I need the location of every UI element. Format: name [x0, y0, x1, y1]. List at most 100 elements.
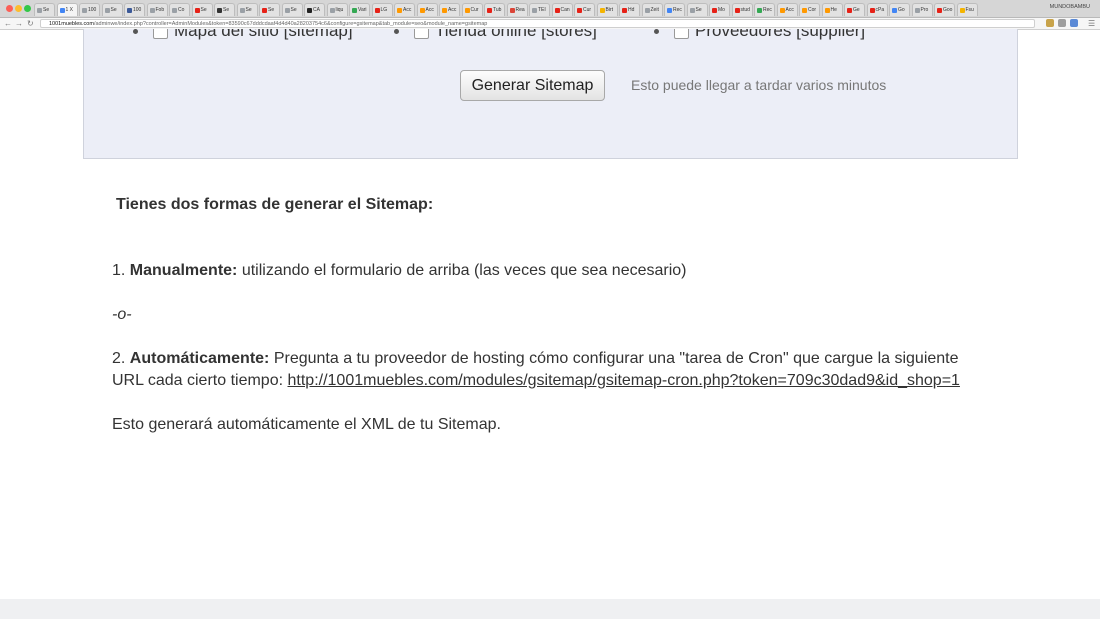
favicon-icon [892, 7, 897, 13]
checkbox-item-sitemap[interactable]: Mapa del sitio [sitemap] [133, 29, 353, 41]
favicon-icon [667, 7, 672, 13]
browser-tab[interactable]: Se [686, 3, 708, 16]
reload-icon[interactable]: ↻ [27, 18, 34, 29]
checkbox-supplier[interactable] [674, 29, 689, 39]
browser-tab[interactable]: Se [34, 3, 55, 16]
extension-icon[interactable] [1070, 19, 1078, 27]
browser-tab[interactable]: Go [889, 3, 910, 16]
favicon-icon [689, 7, 695, 13]
tab-label: Rea [515, 6, 525, 13]
extension-icon[interactable] [1058, 19, 1066, 27]
tab-label: Mo [718, 6, 725, 13]
browser-tab[interactable]: Fsu [956, 3, 978, 16]
browser-tab[interactable]: Acc [416, 3, 438, 16]
tab-label: Se [268, 6, 275, 13]
option-description: utilizando el formulario de arriba (las … [241, 262, 687, 279]
bullet-icon [394, 29, 399, 34]
browser-tab[interactable]: Vari [349, 3, 370, 16]
browser-tab[interactable]: Pro [911, 3, 933, 16]
browser-tab[interactable]: Se [191, 3, 213, 16]
browser-tab[interactable]: cPa [866, 3, 888, 16]
generate-sitemap-button[interactable]: Generar Sitemap [460, 70, 605, 101]
profile-name[interactable]: MUNDOBAMBU [1050, 4, 1090, 10]
checkbox-stores[interactable] [414, 29, 429, 39]
favicon-icon [37, 7, 42, 13]
browser-tab[interactable]: CA [304, 3, 325, 16]
browser-tab[interactable]: Rec [754, 3, 775, 16]
browser-tab[interactable]: Fob [146, 3, 168, 16]
favicon-icon [599, 7, 605, 13]
tab-label: Se [43, 6, 50, 13]
browser-tab[interactable]: Hd [619, 3, 640, 16]
browser-tab[interactable]: Tub [484, 3, 505, 16]
browser-tab[interactable]: 1 X [56, 3, 78, 16]
favicon-icon [284, 7, 290, 13]
tab-label: Cur [470, 6, 479, 13]
browser-tab[interactable]: LG [371, 3, 393, 16]
browser-tab[interactable]: Se [259, 3, 280, 16]
favicon-icon [172, 7, 177, 13]
browser-tab[interactable]: Co [169, 3, 190, 16]
tab-label: Acc [448, 6, 457, 13]
favicon-icon [217, 7, 222, 13]
forward-arrow-icon[interactable]: → [15, 18, 23, 29]
back-arrow-icon[interactable]: ← [4, 18, 12, 29]
favicon-icon [644, 7, 650, 13]
extension-icon[interactable] [1046, 19, 1054, 27]
checkbox-item-supplier[interactable]: Proveedores [supplier] [654, 29, 865, 41]
option-manual: 1. Manualmente: utilizando el formulario… [112, 260, 687, 282]
browser-tab[interactable]: Goo [934, 3, 955, 16]
browser-tab[interactable]: 100 [79, 3, 100, 16]
browser-tab[interactable]: Se [101, 3, 123, 16]
tab-label: Se [110, 6, 117, 13]
favicon-icon [959, 7, 965, 13]
browser-tab[interactable]: liqu [326, 3, 348, 16]
browser-tab[interactable]: Cur [574, 3, 595, 16]
favicon-icon [149, 7, 155, 13]
tab-label: Ge [853, 6, 860, 13]
browser-tab[interactable]: Zeit [641, 3, 663, 16]
window-close-button[interactable] [6, 5, 13, 12]
browser-tab[interactable]: Rec [664, 3, 685, 16]
browser-tab[interactable]: Acc [776, 3, 798, 16]
favicon-icon [847, 7, 852, 13]
tab-label: liqu [335, 6, 344, 13]
browser-tab[interactable]: Acc [439, 3, 460, 16]
favicon-icon [194, 7, 200, 13]
browser-tab[interactable]: Se [214, 3, 235, 16]
browser-tab[interactable]: Acc [394, 3, 415, 16]
checkbox-item-stores[interactable]: Tienda online [stores] [394, 29, 597, 41]
tab-label: Fob [155, 6, 165, 13]
browser-tab[interactable]: Mo [709, 3, 730, 16]
option-title: Automáticamente: [129, 350, 270, 367]
favicon-icon [464, 7, 470, 13]
browser-tab[interactable]: Cur [461, 3, 483, 16]
browser-tab[interactable]: Rea [506, 3, 528, 16]
browser-tab[interactable]: stud [731, 3, 753, 16]
window-minimize-button[interactable] [15, 5, 22, 12]
chrome-menu-icon[interactable]: ☰ [1088, 18, 1095, 29]
browser-tab[interactable]: 100 [124, 3, 145, 16]
browser-tab[interactable]: Se [236, 3, 258, 16]
favicon-icon [419, 7, 425, 13]
browser-tab[interactable]: Can [551, 3, 573, 16]
browser-tab[interactable]: Se [281, 3, 303, 16]
cron-url-link[interactable]: http://1001muebles.com/modules/gsitemap/… [288, 372, 960, 389]
browser-tab[interactable]: He [821, 3, 843, 16]
favicon-icon [487, 7, 492, 13]
browser-tab[interactable]: Cor [799, 3, 820, 16]
browser-tab[interactable]: TEI [529, 3, 550, 16]
tab-label: Goo [943, 6, 953, 13]
browser-tab[interactable]: Ge [844, 3, 865, 16]
favicon-icon [802, 7, 807, 13]
url-bar[interactable]: 1001muebles.com/adminwe/index.php?contro… [40, 19, 1035, 28]
favicon-icon [329, 7, 335, 13]
browser-tab[interactable]: Birt [596, 3, 618, 16]
favicon-icon [937, 7, 942, 13]
tab-label: Fsu [965, 6, 974, 13]
tab-label: Rec [673, 6, 682, 13]
checkbox-sitemap[interactable] [153, 29, 168, 39]
favicon-icon [577, 7, 582, 13]
window-zoom-button[interactable] [24, 5, 31, 12]
checkbox-label: Proveedores [supplier] [695, 29, 866, 40]
